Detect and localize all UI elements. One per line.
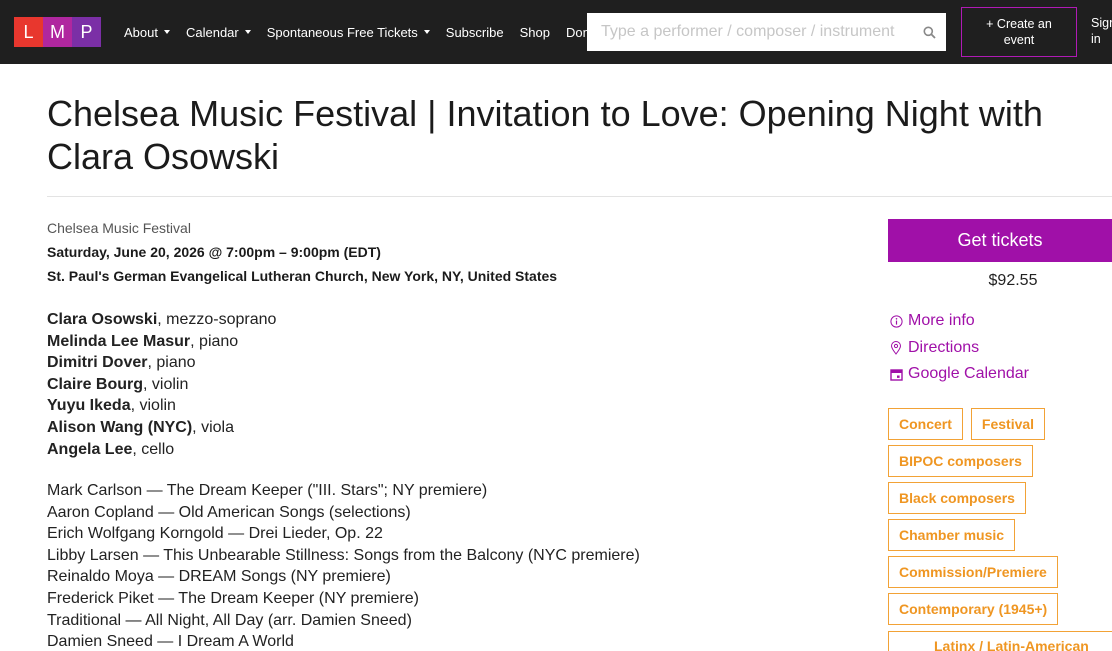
performer-item: Angela Lee, cello	[47, 439, 276, 461]
tag-commission-premiere[interactable]: Commission/Premiere	[888, 556, 1058, 588]
performer-name: Yuyu Ikeda	[47, 397, 131, 415]
program-item: Mark Carlson — The Dream Keeper ("III. S…	[47, 482, 488, 499]
search-box	[587, 13, 946, 51]
event-venue[interactable]: St. Paul's German Evangelical Lutheran C…	[47, 268, 557, 284]
chevron-down-icon	[163, 30, 170, 34]
tag-bipoc-composers[interactable]: BIPOC composers	[888, 445, 1033, 477]
performer-name: Alison Wang (NYC)	[47, 418, 193, 436]
performer-role: , piano	[147, 354, 196, 372]
nav-item-subscribe[interactable]: Subscribe	[446, 25, 504, 40]
chevron-down-icon	[423, 30, 430, 34]
performer-role: , viola	[192, 418, 234, 436]
tag-black-composers[interactable]: Black composers	[888, 482, 1026, 514]
event-links: More info Directions Google Calendar	[889, 308, 1029, 388]
nav-subscribe-label: Subscribe	[445, 24, 504, 40]
tag-row: Commission/Premiere	[888, 556, 1112, 588]
performer-item: Dimitri Dover, piano	[47, 352, 276, 374]
google-calendar-link[interactable]: Google Calendar	[889, 361, 1029, 388]
tag-concert[interactable]: Concert	[888, 408, 963, 440]
logo-letter-m: M	[43, 17, 72, 47]
tag-row: BIPOC composers	[888, 445, 1112, 477]
calendar-icon	[889, 367, 903, 381]
directions-label: Directions	[908, 338, 980, 356]
performer-name: Angela Lee	[47, 440, 133, 458]
performer-name: Dimitri Dover	[47, 354, 148, 372]
performer-item: Alison Wang (NYC), viola	[47, 417, 276, 439]
top-navigation-bar: L M P About Calendar Spontaneous Free Ti…	[0, 0, 1112, 64]
performer-item: Yuyu Ikeda, violin	[47, 395, 276, 417]
program-item: Libby Larsen — This Unbearable Stillness…	[47, 546, 640, 564]
performer-role: , mezzo-soprano	[157, 311, 277, 328]
chevron-down-icon	[244, 30, 251, 34]
program-item: Damien Sneed — I Dream A World	[47, 633, 294, 651]
directions-link[interactable]: Directions	[889, 335, 1029, 362]
performer-list: Clara Osowski, mezzo-soprano Melinda Lee…	[47, 309, 276, 460]
page-title: Chelsea Music Festival | Invitation to L…	[47, 93, 1043, 177]
tag-contemporary[interactable]: Contemporary (1945+)	[888, 593, 1059, 625]
nav-shop-label: Shop	[519, 24, 550, 40]
more-info-link[interactable]: More info	[889, 308, 1029, 335]
tag-latinx[interactable]: Latinx / Latin-American	[888, 631, 1112, 651]
tag-list: Concert Festival BIPOC composers Black c…	[888, 408, 1112, 630]
performer-item: Claire Bourg, violin	[47, 374, 276, 396]
lmp-logo[interactable]: L M P	[14, 17, 101, 47]
ticket-price: $92.55	[988, 272, 1038, 289]
performer-item: Melinda Lee Masur, piano	[47, 331, 276, 353]
nav-spontaneous-label: Spontaneous Free Tickets	[266, 24, 418, 40]
logo-letter-p: P	[72, 17, 101, 47]
logo-letter-l: L	[14, 17, 43, 47]
nav-item-spontaneous-free-tickets[interactable]: Spontaneous Free Tickets	[267, 25, 430, 40]
tag-chamber-music[interactable]: Chamber music	[888, 519, 1016, 551]
google-calendar-label: Google Calendar	[908, 365, 1029, 383]
nav-item-calendar[interactable]: Calendar	[186, 25, 251, 40]
info-icon	[889, 314, 903, 328]
get-tickets-button[interactable]: Get tickets	[888, 219, 1112, 262]
nav-calendar-label: Calendar	[185, 24, 239, 40]
nav-item-about[interactable]: About	[124, 25, 170, 40]
program-item: Reinaldo Moya — DREAM Songs (NY premiere…	[47, 568, 391, 586]
performer-name: Claire Bourg	[47, 375, 144, 393]
title-divider	[47, 196, 1112, 197]
program-item: Traditional — All Night, All Day (arr. D…	[47, 611, 412, 629]
performer-name: Melinda Lee Masur	[47, 332, 191, 350]
map-pin-icon	[889, 340, 903, 355]
performer-role: , piano	[190, 332, 239, 350]
more-info-label: More info	[908, 312, 975, 330]
search-icon[interactable]	[912, 14, 946, 50]
tag-row: Contemporary (1945+)	[888, 593, 1112, 625]
create-event-button[interactable]: + Create an event	[961, 7, 1077, 57]
tag-row: Black composers	[888, 482, 1112, 514]
performer-role: , violin	[130, 397, 176, 415]
performer-role: , violin	[143, 375, 189, 393]
search-input[interactable]	[587, 14, 912, 50]
nav-about-label: About	[124, 24, 158, 40]
create-event-label: + Create an event	[986, 17, 1052, 47]
tag-festival[interactable]: Festival	[970, 408, 1046, 440]
main-nav: About Calendar Spontaneous Free Tickets …	[124, 0, 624, 64]
program-item: Frederick Piket — The Dream Keeper (NY p…	[47, 589, 419, 607]
performer-name: Clara Osowski	[47, 311, 158, 328]
nav-item-shop[interactable]: Shop	[520, 25, 550, 40]
performer-role: , cello	[132, 440, 175, 458]
program-item: Aaron Copland — Old American Songs (sele…	[47, 503, 411, 521]
performer-item: Clara Osowski, mezzo-soprano	[47, 309, 276, 331]
tag-row: Concert Festival	[888, 408, 1112, 440]
tag-row: Chamber music	[888, 519, 1112, 551]
presenter-name[interactable]: Chelsea Music Festival	[47, 220, 191, 236]
program-item: Erich Wolfgang Korngold — Drei Lieder, O…	[47, 525, 383, 543]
sign-in-link[interactable]: Sign in	[1091, 15, 1112, 47]
event-date: Saturday, June 20, 2026 @ 7:00pm – 9:00p…	[47, 244, 381, 260]
program-list: Mark Carlson — The Dream Keeper ("III. S…	[47, 480, 640, 651]
